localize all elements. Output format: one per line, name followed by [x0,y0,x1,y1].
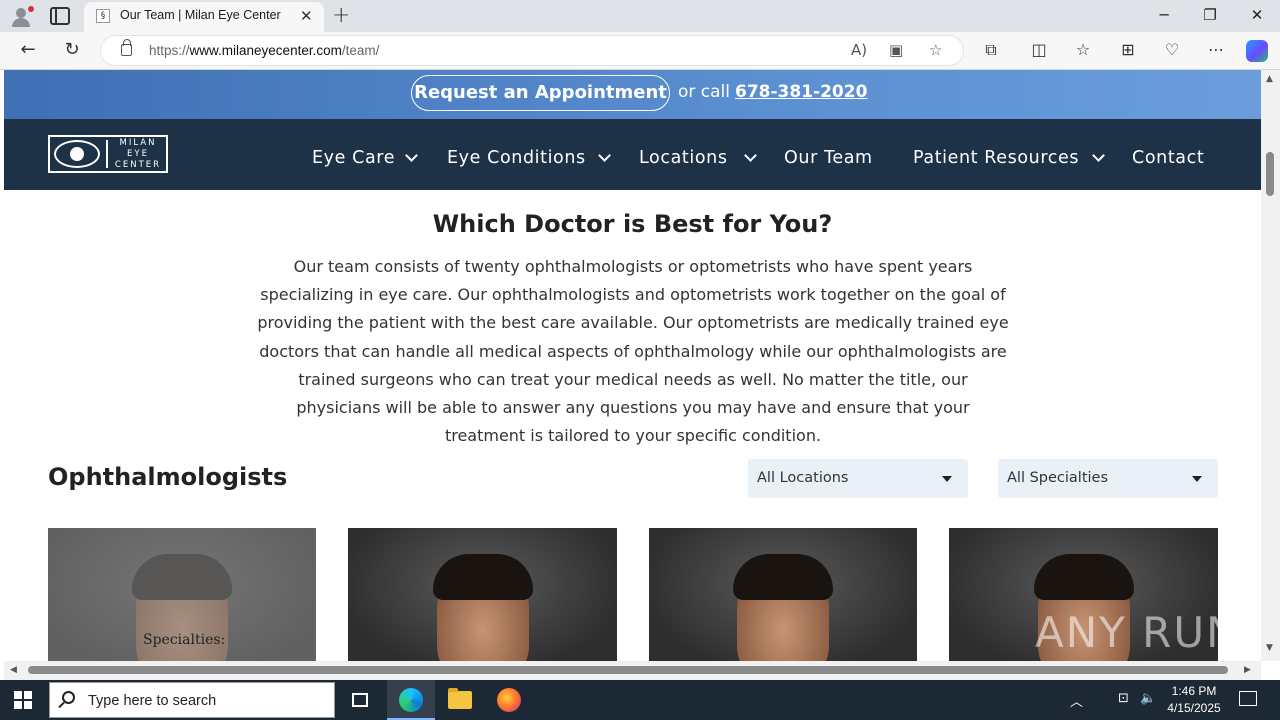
task-view-button[interactable] [336,680,384,720]
intro-paragraph: Our team consists of twenty ophthalmolog… [257,257,1009,446]
section-title: Ophthalmologists [48,463,288,491]
copilot-icon[interactable] [1246,40,1268,62]
profile-icon[interactable] [8,4,34,28]
nav-item-contact[interactable]: Contact [1132,148,1204,168]
address-bar[interactable]: https://www.milaneyecenter.com/team/ A) … [100,35,964,66]
horizontal-scroll-thumb[interactable] [28,666,1228,674]
browser-essentials-icon[interactable]: ♡ [1161,40,1183,59]
page-viewport: Request an Appointment or call 678-381-2… [4,70,1261,661]
doctor-card[interactable]: Specialties: [48,528,316,661]
windows-taskbar: Type here to search ︿ ⊡ 🔈 1:46 PM 4/15/2… [0,680,1280,720]
taskbar-edge[interactable] [387,680,435,720]
chevron-down-icon[interactable] [1092,149,1105,162]
network-icon[interactable]: ⊡ [1118,691,1129,706]
chevron-down-icon[interactable] [598,149,611,162]
more-menu-icon[interactable]: ⋯ [1205,40,1227,59]
firefox-icon [497,688,521,712]
caret-down-icon [1192,476,1202,482]
appointment-bar: Request an Appointment or call 678-381-2… [4,70,1261,119]
specialty-filter-select[interactable]: All Specialties [998,459,1218,498]
tab-actions-icon[interactable] [50,7,70,25]
chevron-down-icon[interactable] [744,149,757,162]
search-icon [62,691,75,704]
url-text[interactable]: https://www.milaneyecenter.com/team/ [149,43,379,58]
specialties-label: Specialties: [143,632,226,648]
caret-down-icon [942,476,952,482]
location-filter-value: All Locations [757,470,849,486]
doctor-card[interactable] [649,528,917,661]
split-screen-icon[interactable]: ◫ [1028,40,1050,59]
collections-icon[interactable]: ⊞ [1117,40,1139,59]
logo-text-eye: EYE [127,149,149,159]
main-navigation: MILAN EYE CENTER Eye Care Eye Conditions… [4,119,1261,190]
milan-eye-center-logo[interactable]: MILAN EYE CENTER [48,135,168,173]
vertical-scrollbar[interactable]: ▲ ▼ [1261,70,1280,661]
logo-text-milan: MILAN [119,138,157,148]
tray-chevron-icon[interactable]: ︿ [1070,691,1083,710]
scroll-up-icon[interactable]: ▲ [1266,74,1273,84]
or-call-text: or call [678,82,731,102]
browser-tab-active[interactable]: § Our Team | Milan Eye Center ✕ [84,2,324,32]
immersive-reader-icon[interactable]: ▣ [889,41,903,59]
request-appointment-button[interactable]: Request an Appointment [411,75,670,111]
intro-heading: Which Doctor is Best for You? [432,210,833,238]
address-toolbar: ← ↻ https://www.milaneyecenter.com/team/… [0,32,1280,70]
refresh-button[interactable]: ↻ [60,39,84,60]
anyrun-watermark: ANY RUN [1035,608,1240,657]
windows-start-icon[interactable] [14,691,32,709]
volume-icon[interactable]: 🔈 [1140,691,1156,706]
chevron-down-icon[interactable] [405,149,418,162]
nav-item-eye-conditions[interactable]: Eye Conditions [447,148,586,168]
back-button[interactable]: ← [16,39,40,60]
favorite-star-icon[interactable]: ☆ [929,41,942,59]
favorites-icon[interactable]: ☆ [1072,40,1094,59]
logo-text-center: CENTER [114,160,162,170]
scroll-down-icon[interactable]: ▼ [1266,643,1273,653]
close-window-button[interactable]: ✕ [1247,6,1267,24]
eye-logo-icon [54,140,100,168]
site-favicon-icon: § [96,9,110,23]
folder-icon [448,688,472,709]
horizontal-scrollbar[interactable]: ◀ ▶ [4,661,1261,680]
search-placeholder: Type here to search [88,693,217,709]
scroll-right-icon[interactable]: ▶ [1244,665,1251,675]
nav-item-our-team[interactable]: Our Team [784,148,873,168]
notification-dot [28,6,34,12]
browser-tab-bar: § Our Team | Milan Eye Center ✕ + ─ ❐ ✕ [0,0,1280,32]
doctor-card[interactable] [348,528,617,661]
phone-link[interactable]: 678-381-2020 [735,82,867,102]
tab-title: Our Team | Milan Eye Center [120,8,281,22]
taskbar-file-explorer[interactable] [436,680,484,720]
edge-icon [399,688,423,712]
nav-item-locations[interactable]: Locations [639,148,728,168]
clock-date[interactable]: 4/15/2025 [1164,701,1224,715]
location-filter-select[interactable]: All Locations [748,459,968,498]
task-view-icon [352,693,368,707]
clock-time[interactable]: 1:46 PM [1168,684,1220,698]
nav-item-patient-resources[interactable]: Patient Resources [913,148,1079,168]
scroll-left-icon[interactable]: ◀ [10,665,17,675]
taskbar-firefox[interactable] [485,680,533,720]
tab-close-icon[interactable]: ✕ [300,7,313,25]
vertical-scroll-thumb[interactable] [1266,152,1274,196]
nav-item-eye-care[interactable]: Eye Care [312,148,395,168]
restore-button[interactable]: ❐ [1200,6,1220,24]
read-aloud-icon[interactable]: A) [851,41,867,59]
specialty-filter-value: All Specialties [1007,470,1109,486]
new-tab-button[interactable]: + [332,3,350,28]
extensions-icon[interactable]: ⧉ [980,40,1002,60]
minimize-button[interactable]: ─ [1154,6,1174,24]
lock-icon[interactable] [121,39,132,56]
taskbar-search-box[interactable]: Type here to search [49,682,335,718]
notifications-icon[interactable] [1239,691,1257,706]
